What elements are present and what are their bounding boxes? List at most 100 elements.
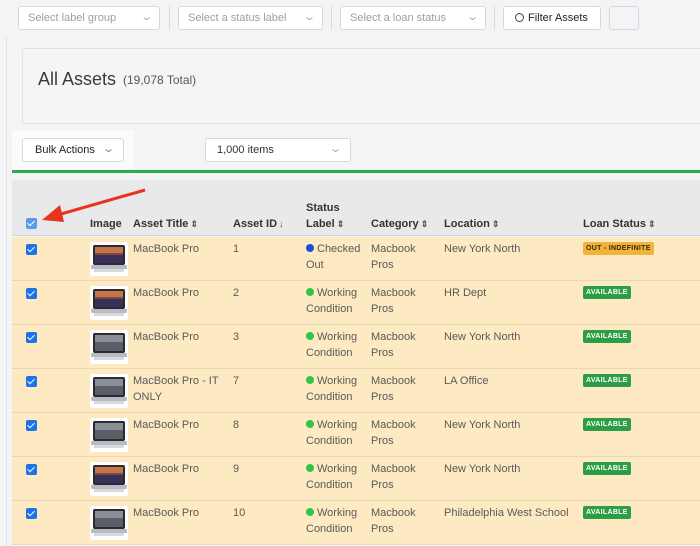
chevron-down-icon: ⌄ <box>302 11 316 23</box>
column-asset-id[interactable]: Asset ID ↓ <box>233 216 284 232</box>
category: Macbook Pros <box>371 287 416 315</box>
loan-status-badge: OUT - INDEFINITE <box>583 242 654 255</box>
location: Philadelphia West School <box>444 507 569 519</box>
table-row[interactable]: MacBook Pro 9 Working Condition Macbook Pros N… <box>12 457 700 501</box>
macbook-icon <box>91 465 127 492</box>
location: New York North <box>444 243 521 255</box>
status-dot <box>306 332 314 340</box>
table-row[interactable]: MacBook Pro 3 Working Condition Macbook Pros N… <box>12 325 700 369</box>
status-dot <box>306 464 314 472</box>
loan-status-select[interactable]: Select a loan status ⌄ <box>340 6 486 30</box>
sort-icon: ⇕ <box>190 219 198 229</box>
column-status-label[interactable]: Status Label ⇕ <box>306 200 344 232</box>
macbook-icon <box>91 509 127 536</box>
asset-thumbnail[interactable] <box>90 374 128 408</box>
divider <box>331 6 332 30</box>
bulk-actions-label: Bulk Actions <box>35 144 95 156</box>
red-arrow-annotation <box>42 188 146 222</box>
status-label-placeholder: Select a status label <box>188 12 287 24</box>
asset-title[interactable]: MacBook Pro <box>133 505 229 521</box>
asset-thumbnail[interactable] <box>90 462 128 496</box>
chevron-down-icon: ⌄ <box>139 11 153 23</box>
asset-id: 7 <box>233 375 240 387</box>
asset-title[interactable]: MacBook Pro <box>133 241 229 257</box>
status-dot <box>306 288 314 296</box>
asset-id: 9 <box>233 463 240 475</box>
category: Macbook Pros <box>371 507 416 535</box>
asset-thumbnail[interactable] <box>90 286 128 320</box>
asset-title[interactable]: MacBook Pro <box>133 329 229 345</box>
column-location[interactable]: Location ⇕ <box>444 216 499 232</box>
loan-status-badge: AVAILABLE <box>583 462 631 475</box>
category: Macbook Pros <box>371 331 416 359</box>
status-label-select[interactable]: Select a status label ⌄ <box>178 6 323 30</box>
table-row[interactable]: MacBook Pro 10 Working Condition Macbook Pros… <box>12 501 700 545</box>
row-checkbox[interactable] <box>26 508 37 519</box>
total-count: (19,078 Total) <box>123 73 197 87</box>
status-label: Working Condition <box>306 331 358 359</box>
page-title: All Assets <box>38 69 117 89</box>
macbook-icon <box>91 289 127 316</box>
left-edge-line <box>6 0 7 546</box>
asset-thumbnail[interactable] <box>90 330 128 364</box>
items-per-page-value: 1,000 items <box>217 144 274 156</box>
items-per-page-select[interactable]: 1,000 items ⌄ <box>205 138 351 162</box>
asset-id: 2 <box>233 287 240 299</box>
chevron-down-icon: ⌄ <box>465 11 479 23</box>
status-label: Working Condition <box>306 375 358 403</box>
accent-divider <box>12 170 700 173</box>
table-row[interactable]: MacBook Pro 2 Working Condition Macbook Pros H… <box>12 281 700 325</box>
asset-thumbnail[interactable] <box>90 242 128 276</box>
category: Macbook Pros <box>371 419 416 447</box>
filter-assets-button[interactable]: Filter Assets <box>503 6 601 30</box>
status-label: Working Condition <box>306 507 358 535</box>
row-checkbox[interactable] <box>26 420 37 431</box>
sort-icon: ⇕ <box>336 219 345 229</box>
asset-title[interactable]: MacBook Pro - IT ONLY <box>133 373 229 405</box>
select-all-checkbox[interactable] <box>26 218 37 229</box>
table-row[interactable]: MacBook Pro 8 Working Condition Macbook Pros N… <box>12 413 700 457</box>
row-checkbox[interactable] <box>26 332 37 343</box>
loan-status-badge: AVAILABLE <box>583 330 631 343</box>
chevron-down-icon: ⌄ <box>328 143 342 155</box>
table-row[interactable]: MacBook Pro 1 Checked Out Macbook Pros New Yor… <box>12 237 700 281</box>
loan-status-badge: AVAILABLE <box>583 374 631 387</box>
divider <box>169 6 170 30</box>
location: HR Dept <box>444 287 487 299</box>
asset-title[interactable]: MacBook Pro <box>133 461 229 477</box>
table-row[interactable]: MacBook Pro - IT ONLY 7 Working Condition Mac… <box>12 369 700 413</box>
status-dot <box>306 508 314 516</box>
row-checkbox[interactable] <box>26 376 37 387</box>
asset-title[interactable]: MacBook Pro <box>133 417 229 433</box>
status-label: Working Condition <box>306 419 358 447</box>
category: Macbook Pros <box>371 463 416 491</box>
sort-icon: ⇕ <box>491 219 500 229</box>
status-label: Working Condition <box>306 287 358 315</box>
status-label: Working Condition <box>306 463 358 491</box>
filter-bar: Select label group ⌄ Select a status lab… <box>0 0 700 36</box>
column-category[interactable]: Category ⇕ <box>371 216 428 232</box>
bulk-actions-dropdown[interactable]: Bulk Actions ⌄ <box>22 138 124 162</box>
asset-thumbnail[interactable] <box>90 418 128 452</box>
label-group-select[interactable]: Select label group ⌄ <box>18 6 160 30</box>
loan-status-badge: AVAILABLE <box>583 506 631 519</box>
macbook-icon <box>91 421 127 448</box>
row-checkbox[interactable] <box>26 244 37 255</box>
row-checkbox[interactable] <box>26 288 37 299</box>
macbook-icon <box>91 245 127 272</box>
asset-thumbnail[interactable] <box>90 506 128 540</box>
asset-title[interactable]: MacBook Pro <box>133 285 229 301</box>
divider <box>494 6 495 30</box>
sort-icon: ⇕ <box>420 219 429 229</box>
status-dot <box>306 420 314 428</box>
location: LA Office <box>444 375 489 387</box>
status-label: Checked Out <box>306 243 361 271</box>
asset-id: 1 <box>233 243 240 255</box>
status-dot <box>306 376 314 384</box>
sort-icon: ⇕ <box>647 219 656 229</box>
extra-filter-button[interactable] <box>609 6 639 30</box>
filter-assets-label: Filter Assets <box>528 12 588 24</box>
row-checkbox[interactable] <box>26 464 37 475</box>
sort-icon: ↓ <box>279 219 284 229</box>
column-loan-status[interactable]: Loan Status ⇕ <box>583 216 656 232</box>
